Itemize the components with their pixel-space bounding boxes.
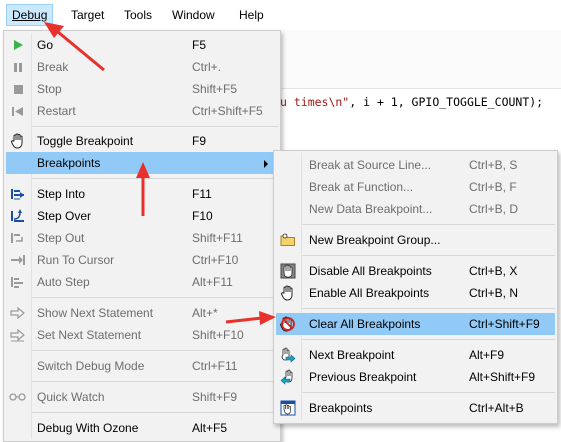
annotation-arrow-breakpoints: [136, 162, 150, 216]
annotation-arrows: [44, 22, 276, 325]
annotation-arrow-debug: [44, 22, 105, 72]
annotation-arrow-clear-all: [225, 311, 276, 325]
